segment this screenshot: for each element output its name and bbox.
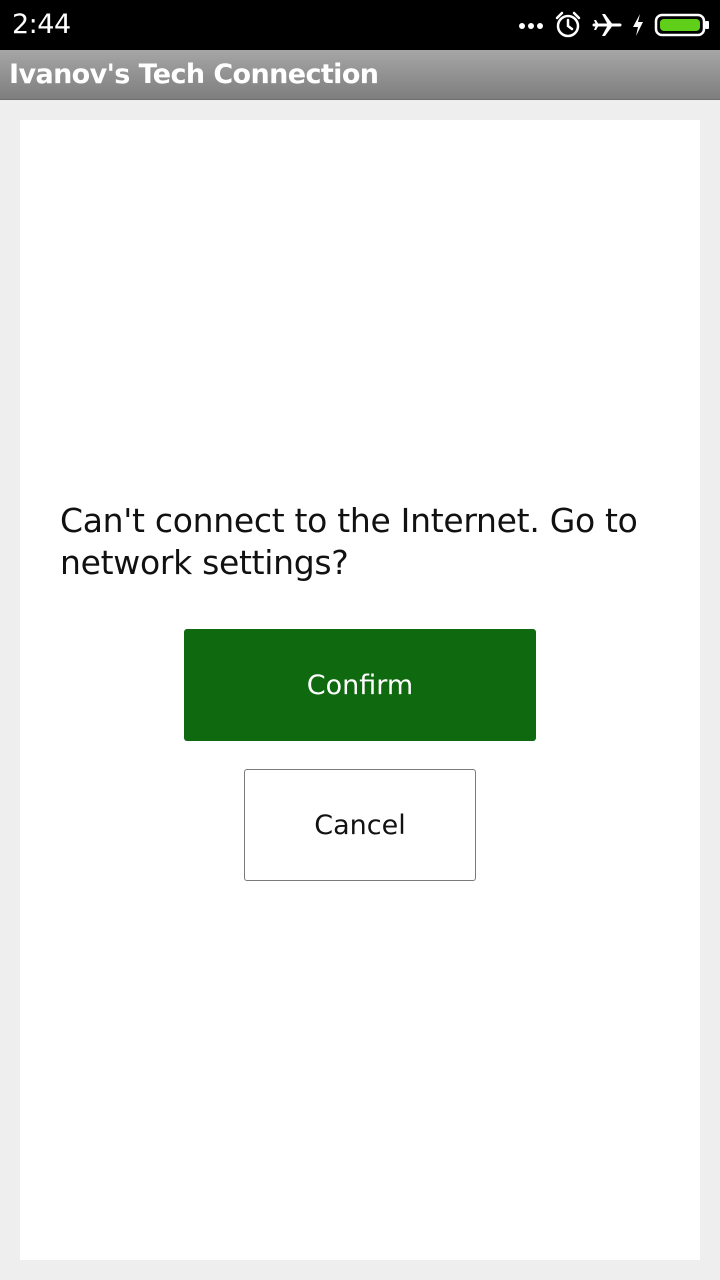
confirm-button[interactable]: Confirm — [184, 629, 536, 741]
status-bar: 2:44 — [0, 0, 720, 50]
alarm-icon — [554, 11, 582, 39]
more-dots-icon — [518, 20, 544, 30]
dialog-message: Can't connect to the Internet. Go to net… — [60, 501, 638, 582]
airplane-mode-icon — [592, 11, 622, 39]
charging-bolt-icon — [632, 13, 644, 37]
app-title: Ivanov's Tech Connection — [9, 59, 379, 90]
dialog-card: Can't connect to the Internet. Go to net… — [20, 120, 700, 1260]
status-icons — [518, 8, 710, 42]
app-title-bar: Ivanov's Tech Connection — [0, 50, 720, 100]
battery-icon — [654, 12, 710, 38]
status-time: 2:44 — [12, 9, 71, 40]
cancel-button[interactable]: Cancel — [244, 769, 476, 881]
